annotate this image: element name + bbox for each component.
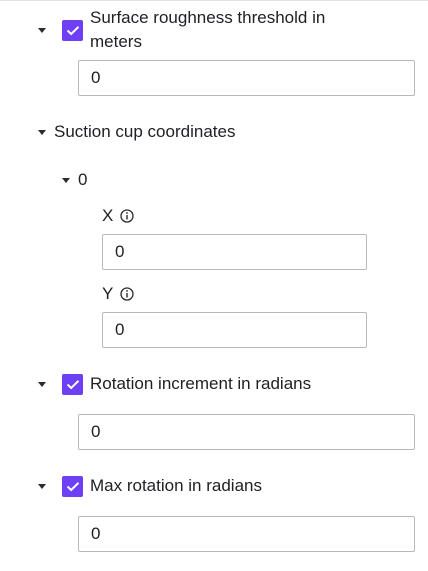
y-info-icon[interactable] <box>120 287 134 301</box>
checkmark-icon <box>66 482 79 492</box>
suction-cup-item-index: 0 <box>78 170 88 189</box>
rotation-increment-input[interactable] <box>78 414 415 450</box>
suction-cup-item-expand-caret-icon[interactable] <box>62 178 70 183</box>
max-rotation-checkbox[interactable] <box>62 476 83 497</box>
suction-cup-label: Suction cup coordinates <box>54 122 236 141</box>
x-label: X <box>102 206 114 225</box>
top-divider <box>0 0 428 1</box>
rotation-increment-checkbox[interactable] <box>62 374 83 395</box>
max-rotation-expand-caret-icon[interactable] <box>38 484 46 489</box>
suction-cup-expand-caret-icon[interactable] <box>38 130 46 135</box>
x-input[interactable] <box>102 234 367 270</box>
x-info-icon[interactable] <box>120 209 134 223</box>
y-input[interactable] <box>102 312 367 348</box>
checkmark-icon <box>66 380 79 390</box>
surface-roughness-expand-caret-icon[interactable] <box>38 28 46 33</box>
rotation-increment-expand-caret-icon[interactable] <box>38 382 46 387</box>
max-rotation-input[interactable] <box>78 516 415 552</box>
surface-roughness-checkbox[interactable] <box>62 20 83 41</box>
y-label: Y <box>102 284 114 303</box>
max-rotation-label: Max rotation in radians <box>90 476 262 495</box>
surface-roughness-label: Surface roughness threshold in meters <box>90 8 326 51</box>
checkmark-icon <box>66 26 79 36</box>
surface-roughness-input[interactable] <box>78 60 415 96</box>
rotation-increment-label: Rotation increment in radians <box>90 374 312 393</box>
